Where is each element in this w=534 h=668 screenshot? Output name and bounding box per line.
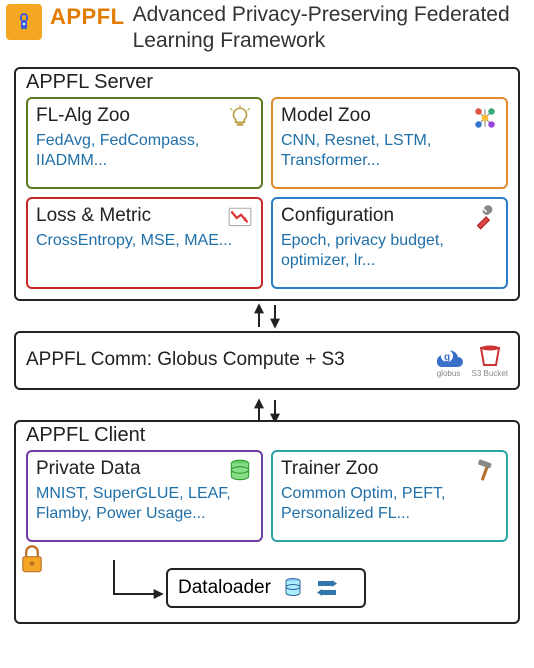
data-to-loader-connector: [104, 558, 174, 608]
card-flalg: FL-Alg Zoo FedAvg, FedCompass, IIADMM...: [26, 97, 263, 189]
header: APPFL Advanced Privacy-Preserving Federa…: [0, 0, 534, 61]
card-flalg-body: FedAvg, FedCompass, IIADMM...: [36, 131, 253, 171]
client-panel: APPFL Client Private Data MNIST, SuperGL…: [14, 420, 520, 624]
card-loss: Loss & Metric CrossEntropy, MSE, MAE...: [26, 197, 263, 289]
server-title: APPFL Server: [26, 71, 153, 94]
server-grid: FL-Alg Zoo FedAvg, FedCompass, IIADMM...…: [26, 97, 508, 289]
card-data-title: Private Data: [36, 458, 253, 480]
database-icon: [227, 458, 253, 484]
database-small-icon: [281, 576, 305, 600]
comm-text: APPFL Comm: Globus Compute + S3: [26, 349, 426, 371]
server-panel: APPFL Server FL-Alg Zoo FedAvg, FedCompa…: [14, 67, 520, 301]
comm-panel: APPFL Comm: Globus Compute + S3 g globus…: [14, 331, 520, 390]
lock-icon: [18, 544, 46, 574]
card-private-data: Private Data MNIST, SuperGLUE, LEAF, Fla…: [26, 450, 263, 542]
s3-label: S3 Bucket: [472, 369, 508, 378]
card-loss-body: CrossEntropy, MSE, MAE...: [36, 231, 253, 251]
s3-bucket-icon: S3 Bucket: [472, 343, 508, 378]
tagline: Advanced Privacy-Preserving Federated Le…: [133, 2, 528, 55]
dataloader-box: Dataloader: [166, 568, 366, 608]
card-config-title: Configuration: [281, 205, 498, 227]
card-data-body: MNIST, SuperGLUE, LEAF, Flamby, Power Us…: [36, 484, 253, 524]
chart-down-icon: [227, 205, 253, 231]
arrows-comm-client: [0, 396, 534, 420]
dataloader-label: Dataloader: [178, 577, 271, 599]
client-grid: Private Data MNIST, SuperGLUE, LEAF, Fla…: [26, 450, 508, 542]
card-loss-title: Loss & Metric: [36, 205, 253, 227]
tools-icon: [472, 205, 498, 231]
arrows-server-comm: [0, 301, 534, 325]
globus-label: globus: [437, 369, 461, 378]
lightbulb-icon: [227, 105, 253, 131]
card-model-body: CNN, Resnet, LSTM, Transformer...: [281, 131, 498, 171]
card-trainer: Trainer Zoo Common Optim, PEFT, Personal…: [271, 450, 508, 542]
brand-text: APPFL: [50, 4, 125, 30]
client-title: APPFL Client: [26, 424, 145, 447]
network-icon: [472, 105, 498, 131]
card-model: Model Zoo CNN, Resnet, LSTM, Transformer…: [271, 97, 508, 189]
card-trainer-title: Trainer Zoo: [281, 458, 498, 480]
transfer-icon: [315, 576, 339, 600]
globus-icon: g globus: [434, 343, 464, 378]
svg-text:g: g: [443, 352, 449, 363]
appfl-logo: [6, 4, 42, 40]
card-config: Configuration Epoch, privacy budget, opt…: [271, 197, 508, 289]
hammer-icon: [472, 458, 498, 484]
card-flalg-title: FL-Alg Zoo: [36, 105, 253, 127]
card-model-title: Model Zoo: [281, 105, 498, 127]
card-config-body: Epoch, privacy budget, optimizer, lr...: [281, 231, 498, 271]
card-trainer-body: Common Optim, PEFT, Personalized FL...: [281, 484, 498, 524]
